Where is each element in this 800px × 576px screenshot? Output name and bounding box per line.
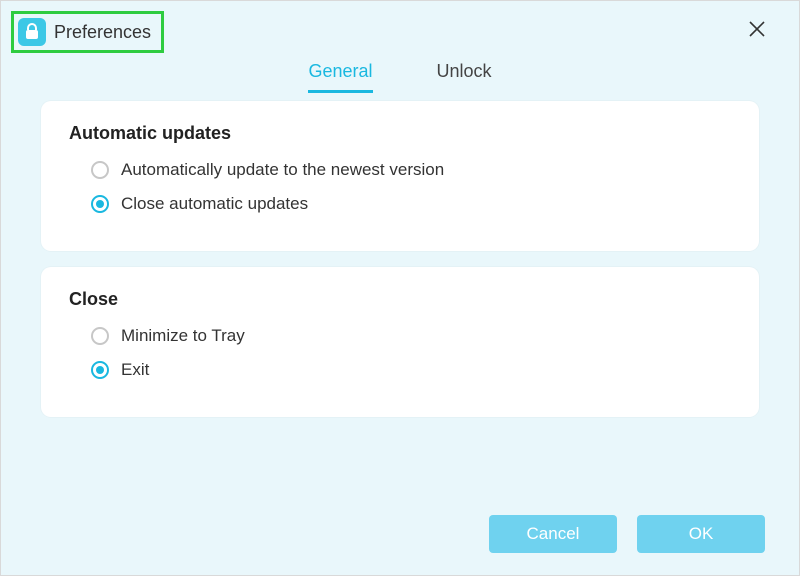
close-icon bbox=[748, 20, 766, 43]
radio-icon bbox=[91, 327, 109, 345]
section-title-close: Close bbox=[69, 289, 731, 310]
radio-icon bbox=[91, 361, 109, 379]
tab-general[interactable]: General bbox=[308, 61, 372, 93]
tab-unlock[interactable]: Unlock bbox=[437, 61, 492, 93]
radio-label: Close automatic updates bbox=[121, 194, 308, 214]
radio-label: Automatically update to the newest versi… bbox=[121, 160, 444, 180]
tab-bar: General Unlock bbox=[1, 61, 799, 93]
radio-icon bbox=[91, 195, 109, 213]
section-automatic-updates: Automatic updates Automatically update t… bbox=[41, 101, 759, 251]
ok-button[interactable]: OK bbox=[637, 515, 765, 553]
dialog-footer: Cancel OK bbox=[489, 515, 765, 553]
radio-exit[interactable]: Exit bbox=[91, 360, 731, 380]
cancel-button[interactable]: Cancel bbox=[489, 515, 617, 553]
radio-close-updates[interactable]: Close automatic updates bbox=[91, 194, 731, 214]
radio-label: Exit bbox=[121, 360, 149, 380]
section-title-updates: Automatic updates bbox=[69, 123, 731, 144]
radio-icon bbox=[91, 161, 109, 179]
radio-auto-update[interactable]: Automatically update to the newest versi… bbox=[91, 160, 731, 180]
window-title: Preferences bbox=[54, 22, 151, 43]
radio-label: Minimize to Tray bbox=[121, 326, 245, 346]
radio-minimize-tray[interactable]: Minimize to Tray bbox=[91, 326, 731, 346]
lock-icon bbox=[18, 18, 46, 46]
preferences-dialog: Preferences General Unlock Automatic upd… bbox=[0, 0, 800, 576]
section-close: Close Minimize to Tray Exit bbox=[41, 267, 759, 417]
titlebar: Preferences bbox=[11, 11, 164, 53]
close-button[interactable] bbox=[745, 19, 769, 43]
